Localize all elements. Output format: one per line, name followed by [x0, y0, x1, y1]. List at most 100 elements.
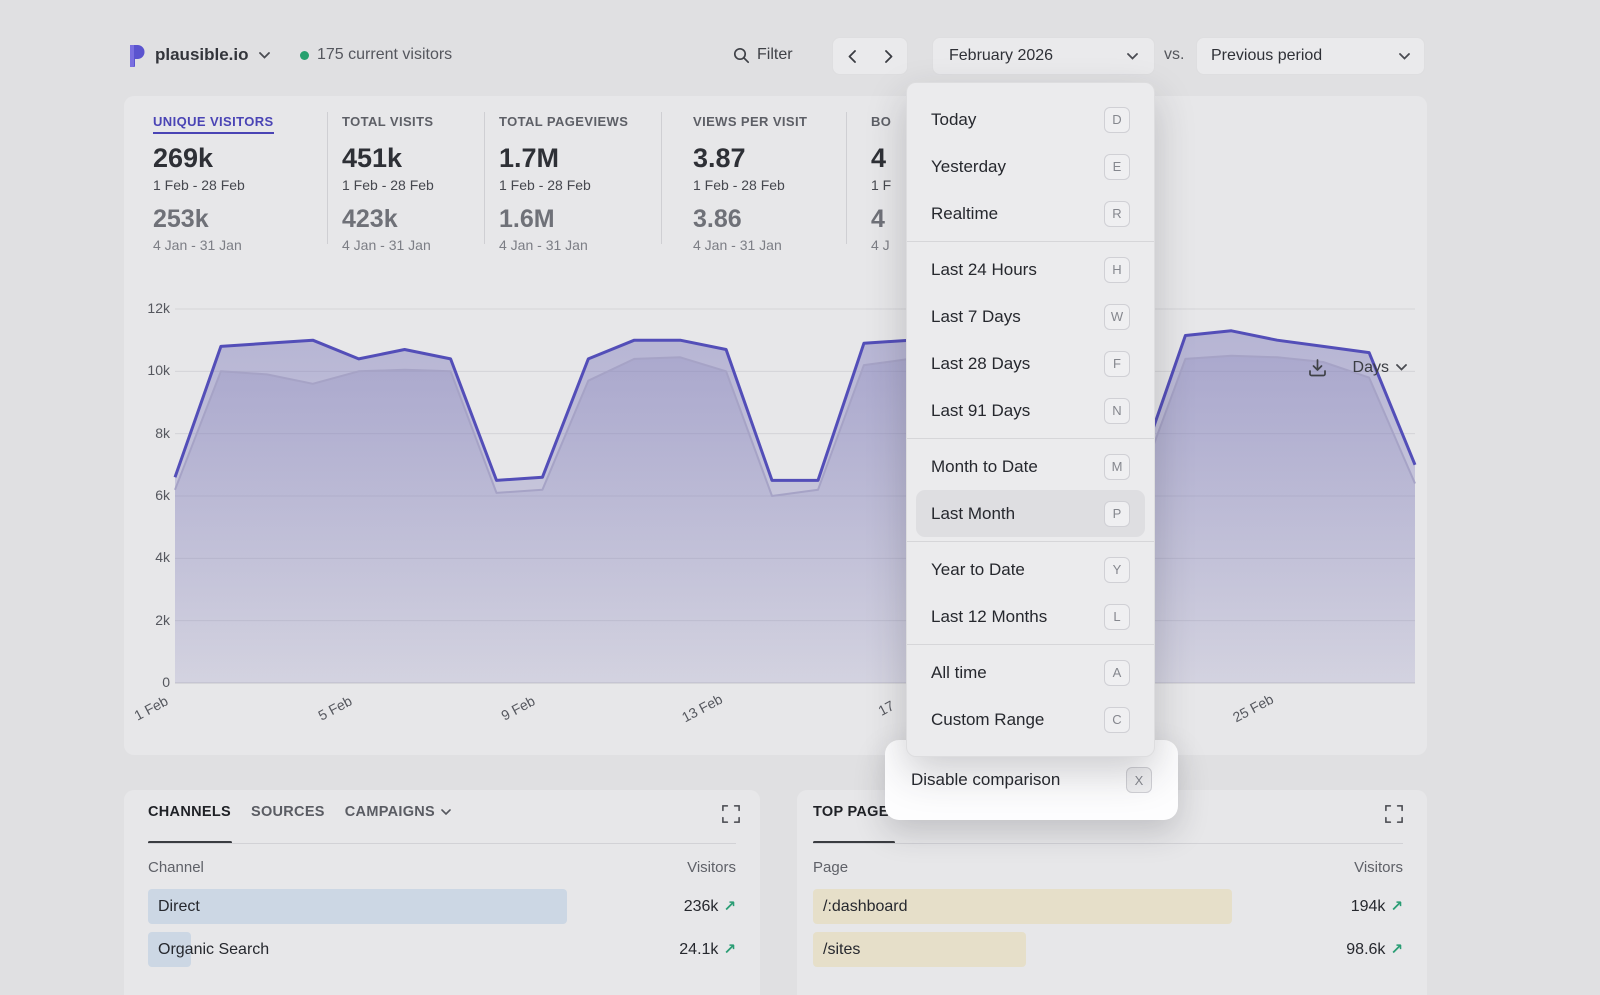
stat-prev-period: 4 Jan - 31 Jan	[693, 237, 807, 253]
stat-prev-period: 4 Jan - 31 Jan	[153, 237, 274, 253]
row-label[interactable]: Direct	[158, 889, 200, 924]
table-row[interactable]: Organic Search 24.1k ↗	[148, 932, 736, 967]
comparison-label: Previous period	[1211, 47, 1322, 65]
stat-label[interactable]: UNIQUE VISITORS	[153, 114, 274, 134]
current_period-area	[175, 331, 1415, 683]
current-visitors[interactable]: 175 current visitors	[300, 40, 452, 70]
row-value: 194k	[1351, 898, 1386, 915]
stat-label[interactable]: BO	[871, 114, 891, 134]
row-value: 98.6k	[1346, 941, 1385, 958]
menu-item-last-24-hours[interactable]: Last 24 Hours H	[907, 246, 1154, 293]
y-tick-label: 12k	[124, 300, 170, 316]
tab-campaigns[interactable]: CAMPAIGNS	[345, 804, 451, 820]
stat-label[interactable]: TOTAL PAGEVIEWS	[499, 114, 628, 134]
stat-prev-value: 1.6M	[499, 205, 628, 234]
stat-value: 4	[871, 143, 891, 174]
stat-value: 3.87	[693, 143, 807, 174]
stat-value: 451k	[342, 143, 434, 174]
stat-prev-value: 423k	[342, 205, 434, 234]
table-row[interactable]: /sites 98.6k↗	[813, 932, 1403, 967]
menu-item-today[interactable]: Today D	[907, 96, 1154, 143]
menu-item-disable-comparison[interactable]: Disable comparison X	[885, 767, 1178, 793]
menu-item-yesterday[interactable]: Yesterday E	[907, 143, 1154, 190]
search-icon	[733, 47, 750, 64]
shortcut-badge: R	[1104, 201, 1130, 227]
stat-period: 1 Feb - 28 Feb	[693, 177, 807, 193]
menu-item-label: All time	[931, 663, 987, 683]
menu-item-last-7-days[interactable]: Last 7 Days W	[907, 293, 1154, 340]
expand-icon[interactable]	[722, 805, 740, 823]
stat-total-visits: TOTAL VISITS 451k 1 Feb - 28 Feb 423k 4 …	[342, 114, 434, 253]
menu-item-last-91-days[interactable]: Last 91 Days N	[907, 387, 1154, 434]
table-row[interactable]: /:dashboard 194k↗	[813, 889, 1403, 924]
chevron-down-icon	[441, 809, 451, 815]
stat-unique-visitors: UNIQUE VISITORS 269k 1 Feb - 28 Feb 253k…	[153, 114, 274, 253]
date-range-selector[interactable]: February 2026	[932, 37, 1155, 75]
menu-separator	[907, 644, 1154, 645]
menu-item-month-to-date[interactable]: Month to Date M	[907, 443, 1154, 490]
menu-item-last-12-months[interactable]: Last 12 Months L	[907, 593, 1154, 640]
comparison-selector[interactable]: Previous period	[1196, 37, 1425, 75]
interval-selector[interactable]: Days	[1353, 359, 1389, 377]
menu-item-realtime[interactable]: Realtime R	[907, 190, 1154, 237]
stat-label[interactable]: TOTAL VISITS	[342, 114, 433, 134]
download-icon[interactable]	[1308, 358, 1327, 377]
menu-item-label: Yesterday	[931, 157, 1006, 177]
menu-item-custom-range[interactable]: Custom Range C	[907, 696, 1154, 743]
menu-separator	[907, 241, 1154, 242]
y-tick-label: 10k	[124, 362, 170, 378]
column-header-name: Page	[813, 859, 848, 876]
stat-prev-period: 4 Jan - 31 Jan	[342, 237, 434, 253]
date-range-menu: Today D Yesterday E Realtime R Last 24 H…	[906, 82, 1155, 757]
shortcut-badge: E	[1104, 154, 1130, 180]
shortcut-badge: M	[1104, 454, 1130, 480]
menu-separator	[907, 541, 1154, 542]
menu-item-label: Month to Date	[931, 457, 1038, 477]
table-row[interactable]: Direct 236k↗	[148, 889, 736, 924]
shortcut-badge: D	[1104, 107, 1130, 133]
menu-item-last-28-days[interactable]: Last 28 Days F	[907, 340, 1154, 387]
period-arrow-group	[832, 37, 908, 75]
shortcut-badge: L	[1104, 604, 1130, 630]
column-header-value: Visitors	[687, 859, 736, 876]
row-value: 24.1k	[679, 941, 718, 958]
shortcut-badge: X	[1126, 767, 1152, 793]
shortcut-badge: Y	[1104, 557, 1130, 583]
shortcut-badge: P	[1104, 501, 1130, 527]
row-label[interactable]: /sites	[823, 932, 860, 967]
tab-channels[interactable]: CHANNELS	[148, 804, 231, 820]
y-tick-label: 6k	[124, 487, 170, 503]
site-switcher[interactable]: plausible.io	[127, 40, 270, 70]
tabs-divider	[148, 843, 736, 844]
filter-button[interactable]: Filter	[733, 40, 793, 70]
stat-prev-value: 4	[871, 205, 891, 234]
stat-divider	[327, 112, 328, 244]
stat-label[interactable]: VIEWS PER VISIT	[693, 114, 807, 134]
menu-item-last-month[interactable]: Last Month P	[916, 490, 1145, 537]
expand-icon[interactable]	[1385, 805, 1403, 823]
menu-item-label: Last 7 Days	[931, 307, 1021, 327]
chevron-down-icon[interactable]	[1396, 364, 1407, 371]
tab-label: CAMPAIGNS	[345, 804, 435, 820]
row-value: 236k	[684, 898, 719, 915]
stat-total-pageviews: TOTAL PAGEVIEWS 1.7M 1 Feb - 28 Feb 1.6M…	[499, 114, 628, 253]
previous-period-arrow-button[interactable]	[835, 38, 869, 74]
menu-item-year-to-date[interactable]: Year to Date Y	[907, 546, 1154, 593]
table-headers: Channel Visitors	[148, 859, 736, 876]
y-tick-label: 4k	[124, 549, 170, 565]
menu-item-label: Last 28 Days	[931, 354, 1030, 374]
date-range-label: February 2026	[949, 47, 1053, 65]
chart-tools: Days	[1308, 358, 1407, 377]
menu-item-all-time[interactable]: All time A	[907, 649, 1154, 696]
next-period-arrow-button[interactable]	[872, 38, 906, 74]
tab-sources[interactable]: SOURCES	[251, 804, 325, 820]
trend-up-icon: ↗	[723, 898, 736, 915]
top-bar: plausible.io 175 current visitors Filter…	[0, 0, 1600, 80]
row-label[interactable]: /:dashboard	[823, 889, 908, 924]
chevron-down-icon	[259, 52, 270, 59]
menu-item-label: Custom Range	[931, 710, 1044, 730]
row-label[interactable]: Organic Search	[158, 932, 269, 967]
stat-prev-value: 253k	[153, 205, 274, 234]
trend-up-icon: ↗	[723, 941, 736, 958]
menu-item-label: Last 12 Months	[931, 607, 1047, 627]
